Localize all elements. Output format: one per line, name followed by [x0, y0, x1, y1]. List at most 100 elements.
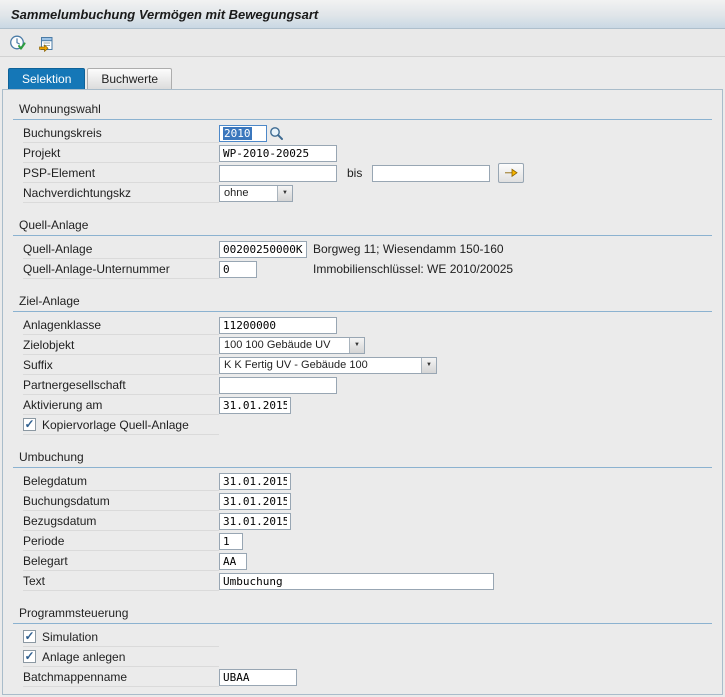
- value-help-button[interactable]: [267, 124, 285, 142]
- section-ziel-anlage: Ziel-Anlage Anlagenklasse Zielobjekt 100…: [13, 294, 712, 435]
- unternummer-label: Quell-Anlage-Unternummer: [23, 259, 219, 279]
- buchungskreis-label: Buchungskreis: [23, 123, 219, 143]
- suffix-label: Suffix: [23, 355, 219, 375]
- belegart-row: Belegart: [23, 551, 712, 571]
- aktivierung-label: Aktivierung am: [23, 395, 219, 415]
- section-title: Quell-Anlage: [13, 218, 712, 236]
- psp-element-to-input[interactable]: [372, 165, 490, 182]
- chevron-down-icon: ▼: [421, 358, 436, 373]
- suffix-row: Suffix K K Fertig UV - Gebäude 100 ▼: [23, 355, 712, 375]
- partnergesellschaft-input[interactable]: [219, 377, 337, 394]
- periode-input[interactable]: [219, 533, 243, 550]
- tab-strip: Selektion Buchwerte: [0, 57, 725, 89]
- aktivierung-input[interactable]: [219, 397, 291, 414]
- anlagenklasse-label: Anlagenklasse: [23, 315, 219, 335]
- text-label: Text: [23, 571, 219, 591]
- kopiervorlage-label: Kopiervorlage Quell-Anlage: [42, 418, 189, 432]
- anlage-anlegen-checkbox-group: ✓ Anlage anlegen: [23, 647, 219, 667]
- buchungskreis-row: Buchungskreis 2010: [23, 123, 712, 143]
- periode-row: Periode: [23, 531, 712, 551]
- projekt-row: Projekt: [23, 143, 712, 163]
- section-title: Wohnungswahl: [13, 102, 712, 120]
- bis-label: bis: [347, 166, 362, 180]
- anlagenklasse-input[interactable]: [219, 317, 337, 334]
- projekt-input[interactable]: [219, 145, 337, 162]
- page-title: Sammelumbuchung Vermögen mit Bewegungsar…: [11, 7, 318, 22]
- nachverdichtungskz-select[interactable]: ohne ▼: [219, 185, 293, 202]
- quell-anlage-row: Quell-Anlage Borgweg 11; Wiesendamm 150-…: [23, 239, 712, 259]
- chevron-down-icon: ▼: [277, 186, 292, 201]
- batchmappenname-row: Batchmappenname: [23, 667, 712, 687]
- batchmappenname-label: Batchmappenname: [23, 667, 219, 687]
- buchungskreis-value: 2010: [223, 127, 252, 140]
- kopiervorlage-row: ✓ Kopiervorlage Quell-Anlage: [23, 415, 712, 435]
- search-icon: [269, 126, 284, 141]
- chevron-down-icon: ▼: [349, 338, 364, 353]
- aktivierung-row: Aktivierung am: [23, 395, 712, 415]
- anlage-anlegen-row: ✓ Anlage anlegen: [23, 647, 712, 667]
- bezugsdatum-input[interactable]: [219, 513, 291, 530]
- application-toolbar: [0, 29, 725, 57]
- simulation-checkbox[interactable]: ✓: [23, 630, 36, 643]
- partnergesellschaft-label: Partnergesellschaft: [23, 375, 219, 395]
- immobilienschluessel-text: Immobilienschlüssel: WE 2010/20025: [313, 262, 513, 276]
- section-wohnungswahl: Wohnungswahl Buchungskreis 2010 Projekt: [13, 102, 712, 203]
- multiple-selection-button[interactable]: [498, 163, 524, 183]
- section-title: Ziel-Anlage: [13, 294, 712, 312]
- simulation-label: Simulation: [42, 630, 98, 644]
- execute-icon: [9, 34, 27, 52]
- checkmark-icon: ✓: [24, 630, 34, 642]
- nachverdichtungskz-row: Nachverdichtungskz ohne ▼: [23, 183, 712, 203]
- checkmark-icon: ✓: [24, 418, 34, 430]
- belegdatum-row: Belegdatum: [23, 471, 712, 491]
- periode-label: Periode: [23, 531, 219, 551]
- suffix-select[interactable]: K K Fertig UV - Gebäude 100 ▼: [219, 357, 437, 374]
- belegart-label: Belegart: [23, 551, 219, 571]
- nachverdichtungskz-label: Nachverdichtungskz: [23, 183, 219, 203]
- execute-button[interactable]: [6, 31, 30, 54]
- bezugsdatum-label: Bezugsdatum: [23, 511, 219, 531]
- belegdatum-input[interactable]: [219, 473, 291, 490]
- partnergesellschaft-row: Partnergesellschaft: [23, 375, 712, 395]
- batchmappenname-input[interactable]: [219, 669, 297, 686]
- psp-element-row: PSP-Element bis: [23, 163, 712, 183]
- projekt-label: Projekt: [23, 143, 219, 163]
- zielobjekt-select[interactable]: 100 100 Gebäude UV ▼: [219, 337, 365, 354]
- unternummer-row: Quell-Anlage-Unternummer Immobilienschlü…: [23, 259, 712, 279]
- get-variant-button[interactable]: [35, 31, 59, 54]
- window-titlebar: Sammelumbuchung Vermögen mit Bewegungsar…: [0, 0, 725, 29]
- checkmark-icon: ✓: [24, 650, 34, 662]
- get-variant-icon: [38, 34, 56, 52]
- section-title: Umbuchung: [13, 450, 712, 468]
- bezugsdatum-row: Bezugsdatum: [23, 511, 712, 531]
- suffix-value: K K Fertig UV - Gebäude 100: [220, 358, 421, 373]
- section-umbuchung: Umbuchung Belegdatum Buchungsdatum Bezug…: [13, 450, 712, 591]
- zielobjekt-row: Zielobjekt 100 100 Gebäude UV ▼: [23, 335, 712, 355]
- kopiervorlage-checkbox-group: ✓ Kopiervorlage Quell-Anlage: [23, 415, 219, 435]
- buchungsdatum-label: Buchungsdatum: [23, 491, 219, 511]
- section-programmsteuerung: Programmsteuerung ✓ Simulation ✓ Anlage …: [13, 606, 712, 687]
- simulation-row: ✓ Simulation: [23, 627, 712, 647]
- text-input[interactable]: [219, 573, 494, 590]
- selektion-panel: Wohnungswahl Buchungskreis 2010 Projekt: [2, 89, 723, 695]
- nachverdichtungskz-value: ohne: [220, 186, 277, 201]
- tab-buchwerte[interactable]: Buchwerte: [87, 68, 172, 89]
- anlage-anlegen-checkbox[interactable]: ✓: [23, 650, 36, 663]
- unternummer-input[interactable]: [219, 261, 257, 278]
- kopiervorlage-checkbox[interactable]: ✓: [23, 418, 36, 431]
- buchungskreis-input[interactable]: 2010: [219, 125, 267, 142]
- section-quell-anlage: Quell-Anlage Quell-Anlage Borgweg 11; Wi…: [13, 218, 712, 279]
- anlage-anlegen-label: Anlage anlegen: [42, 650, 125, 664]
- text-row: Text: [23, 571, 712, 591]
- tab-selektion[interactable]: Selektion: [8, 68, 85, 89]
- zielobjekt-label: Zielobjekt: [23, 335, 219, 355]
- zielobjekt-value: 100 100 Gebäude UV: [220, 338, 349, 353]
- belegdatum-label: Belegdatum: [23, 471, 219, 491]
- section-title: Programmsteuerung: [13, 606, 712, 624]
- quell-anlage-description: Borgweg 11; Wiesendamm 150-160: [313, 242, 504, 256]
- belegart-input[interactable]: [219, 553, 247, 570]
- buchungsdatum-input[interactable]: [219, 493, 291, 510]
- psp-element-from-input[interactable]: [219, 165, 337, 182]
- quell-anlage-input[interactable]: [219, 241, 307, 258]
- arrow-right-icon: [503, 166, 519, 180]
